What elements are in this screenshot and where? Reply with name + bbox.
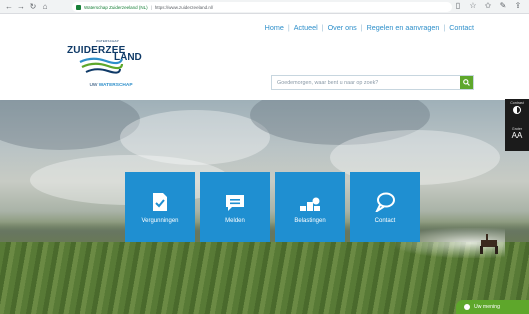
tile-melden[interactable]: Melden xyxy=(200,172,270,242)
top-navigation: Home | Actueel | Over ons | Regelen en a… xyxy=(265,23,474,32)
nav-separator: | xyxy=(443,23,446,32)
feedback-dot-icon xyxy=(464,304,470,310)
nav-separator: | xyxy=(287,23,290,32)
nav-home[interactable]: Home xyxy=(265,23,284,32)
star-icon[interactable]: ☆ xyxy=(468,1,478,10)
quick-links: Vergunningen Melden Belastingen Contact xyxy=(125,172,420,242)
nav-separator: | xyxy=(321,23,324,32)
nav-over-ons[interactable]: Over ons xyxy=(328,23,357,32)
tagline-emphasis: WATERSCHAP xyxy=(98,83,133,88)
accessibility-panel: Contrast Groter AA xyxy=(505,99,529,151)
feedback-button[interactable]: Uw mening xyxy=(456,300,529,314)
search-input[interactable] xyxy=(272,76,460,89)
sprinkler-icon xyxy=(480,234,498,254)
home-icon[interactable]: ⌂ xyxy=(40,2,50,12)
tagline-prefix: UW xyxy=(89,83,98,88)
contrast-icon xyxy=(513,106,521,114)
tile-label: Vergunningen xyxy=(141,218,179,224)
search-icon xyxy=(463,79,470,86)
tile-label: Contact xyxy=(374,218,396,224)
tile-contact[interactable]: Contact xyxy=(350,172,420,242)
browser-toolbar: ← → ↻ ⌂ Waterschap Zuiderzeeland (NL) | … xyxy=(0,0,529,14)
logo-tagline: UW WATERSCHAP xyxy=(64,81,158,91)
coins-icon xyxy=(300,197,320,211)
chat-lines-icon xyxy=(226,195,244,211)
tile-belastingen[interactable]: Belastingen xyxy=(275,172,345,242)
contrast-label: Contrast xyxy=(510,101,524,105)
tile-label: Melden xyxy=(225,218,245,224)
address-bar[interactable]: Waterschap Zuiderzeeland (NL) | https://… xyxy=(72,2,452,12)
pen-icon[interactable]: ✎ xyxy=(498,1,508,10)
back-icon[interactable]: ← xyxy=(4,2,14,12)
url-separator: | xyxy=(150,4,152,10)
contrast-toggle[interactable]: Contrast xyxy=(505,99,529,125)
cloud-shape xyxy=(0,100,140,150)
tile-vergunningen[interactable]: Vergunningen xyxy=(125,172,195,242)
lock-icon xyxy=(76,4,81,10)
forward-icon[interactable]: → xyxy=(16,2,26,12)
speech-bubble-icon xyxy=(375,192,395,212)
favorites-icon[interactable]: ✩ xyxy=(483,1,493,10)
nav-separator: | xyxy=(360,23,363,32)
browser-actions: ▯ ☆ ✩ ✎ ⇪ xyxy=(453,1,523,10)
logo-waves-icon xyxy=(79,57,124,74)
logo-small-text: WATERSCHAP xyxy=(96,39,119,43)
reload-icon[interactable]: ↻ xyxy=(28,2,38,12)
search-bar xyxy=(271,75,474,90)
nav-regelen-en-aanvragen[interactable]: Regelen en aanvragen xyxy=(367,23,440,32)
url-text: https://www.zuiderzeeland.nl/ xyxy=(154,4,214,10)
share-icon[interactable]: ⇪ xyxy=(513,1,523,10)
font-size-toggle[interactable]: Groter AA xyxy=(505,125,529,151)
font-size-icon: AA xyxy=(511,131,523,140)
site-identity: Waterschap Zuiderzeeland (NL) xyxy=(84,4,148,10)
nav-actueel[interactable]: Actueel xyxy=(294,23,318,32)
reader-icon[interactable]: ▯ xyxy=(453,1,463,10)
document-check-icon xyxy=(153,193,167,211)
nav-contact[interactable]: Contact xyxy=(449,23,474,32)
feedback-label: Uw mening xyxy=(474,304,500,310)
tile-label: Belastingen xyxy=(294,218,326,224)
search-button[interactable] xyxy=(460,76,473,89)
site-logo[interactable]: WATERSCHAP ZUIDERZEE LAND xyxy=(66,39,158,87)
